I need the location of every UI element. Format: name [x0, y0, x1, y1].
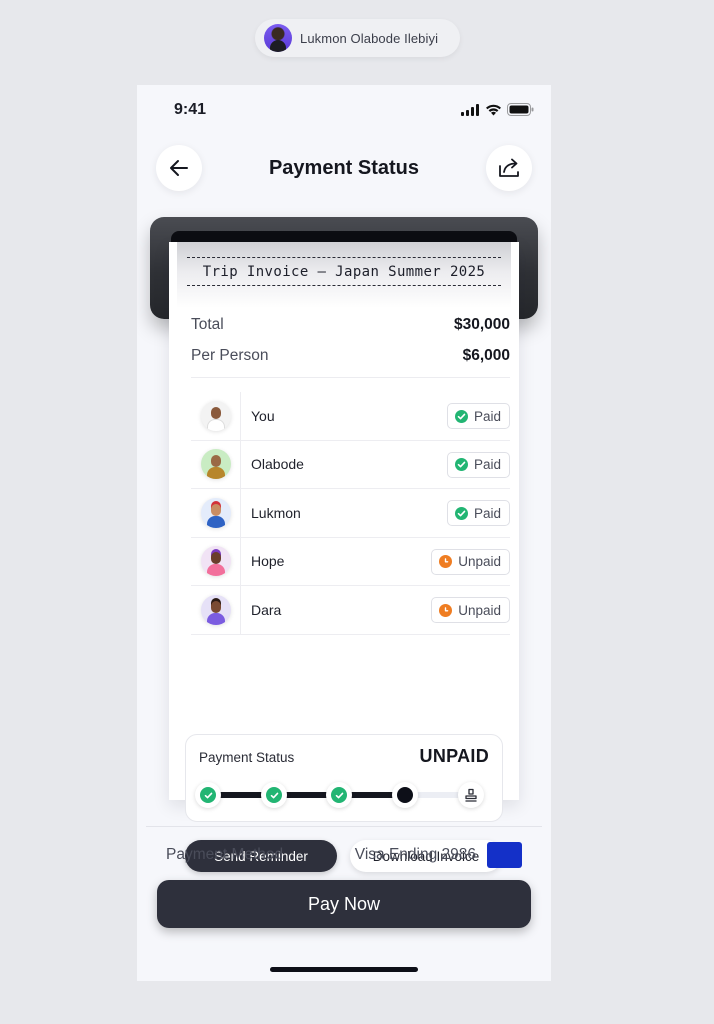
per-person-value: $6,000 — [462, 347, 510, 364]
total-label: Total — [191, 316, 224, 333]
stamp-icon — [465, 788, 477, 802]
author-chip: Lukmon Olabode Ilebiyi — [255, 19, 460, 57]
status-icons — [461, 103, 534, 116]
battery-icon — [507, 103, 534, 116]
status-bar: 9:41 — [137, 85, 551, 135]
payment-status-label: Payment Status — [199, 750, 295, 765]
check-circle-icon — [266, 787, 282, 803]
nav-bar: Payment Status — [137, 145, 551, 193]
home-indicator — [270, 967, 418, 972]
status-badge: Paid — [446, 403, 510, 429]
check-circle-icon — [454, 458, 468, 471]
share-button[interactable] — [486, 145, 532, 191]
per-person-label: Per Person — [191, 347, 269, 364]
clock-icon — [439, 603, 453, 617]
progress-step-final — [458, 782, 484, 808]
divider — [191, 377, 510, 378]
status-badge: Paid — [446, 500, 510, 526]
current-step-dot — [397, 787, 413, 803]
member-name: Olabode — [251, 456, 304, 473]
progress-track — [195, 782, 484, 808]
payment-status-card: Payment Status UNPAID — [185, 734, 503, 822]
status-text: Paid — [473, 457, 501, 472]
dashed-divider — [187, 285, 501, 286]
avatar — [200, 546, 231, 577]
total-value: $30,000 — [453, 316, 510, 333]
list-item[interactable]: Dara Unpaid — [191, 586, 510, 635]
list-item[interactable]: Hope Unpaid — [191, 537, 510, 586]
avatar-cell — [191, 392, 241, 440]
payment-method-value[interactable]: Visa Ending 2986 — [355, 846, 476, 864]
progress-fill — [208, 792, 409, 798]
avatar — [200, 400, 231, 431]
progress-step — [326, 782, 352, 808]
signal-icon — [461, 103, 479, 116]
receipt: Trip Invoice — Japan Summer 2025 Total $… — [169, 242, 519, 872]
avatar-cell — [191, 489, 241, 537]
member-name: You — [251, 407, 275, 424]
card-icon[interactable] — [487, 842, 522, 868]
member-name: Lukmon — [251, 504, 301, 521]
status-text: Paid — [473, 505, 501, 521]
per-person-row: Per Person $6,000 — [191, 347, 510, 365]
payment-status-value: UNPAID — [419, 746, 489, 766]
check-circle-icon — [454, 409, 468, 423]
wifi-icon — [486, 104, 501, 115]
avatar — [200, 497, 231, 528]
total-row: Total $30,000 — [191, 316, 510, 334]
member-name: Hope — [251, 553, 285, 570]
divider — [146, 826, 542, 827]
progress-step — [261, 782, 287, 808]
status-badge: Unpaid — [431, 548, 510, 575]
avatar-cell — [191, 440, 241, 488]
avatar — [200, 594, 231, 625]
status-badge: Paid — [446, 451, 510, 478]
author-avatar — [264, 24, 292, 52]
clock-icon — [439, 555, 453, 568]
receipt-title: Trip Invoice — Japan Summer 2025 — [202, 264, 486, 280]
author-name: Lukmon Olabode Ilebiyi — [300, 30, 439, 46]
status-text: Paid — [473, 408, 501, 424]
list-item[interactable]: Olabode Paid — [191, 440, 510, 489]
pay-now-button[interactable]: Pay Now — [157, 880, 531, 928]
status-text: Unpaid — [458, 554, 501, 569]
status-badge: Unpaid — [431, 597, 510, 623]
avatar — [200, 449, 231, 480]
avatar-cell — [191, 586, 241, 634]
status-time: 9:41 — [174, 101, 207, 118]
receipt-header: Trip Invoice — Japan Summer 2025 — [187, 257, 501, 286]
payment-method-label: Payment Method — [166, 846, 284, 863]
check-circle-icon — [454, 506, 468, 520]
status-text: Unpaid — [458, 602, 501, 618]
progress-step-current — [392, 782, 418, 808]
check-circle-icon — [200, 787, 216, 803]
list-item[interactable]: Lukmon Paid — [191, 489, 510, 538]
check-circle-icon — [331, 787, 347, 803]
member-name: Dara — [251, 601, 282, 618]
member-list: You Paid Olabode Paid Lukmon Paid Hope U… — [191, 392, 510, 635]
list-item[interactable]: You Paid — [191, 392, 510, 441]
share-icon — [499, 158, 519, 177]
phone-screen: 9:41 Payment Status Trip Invoice — Japan… — [137, 85, 551, 981]
progress-step — [195, 782, 221, 808]
avatar-cell — [191, 537, 241, 585]
